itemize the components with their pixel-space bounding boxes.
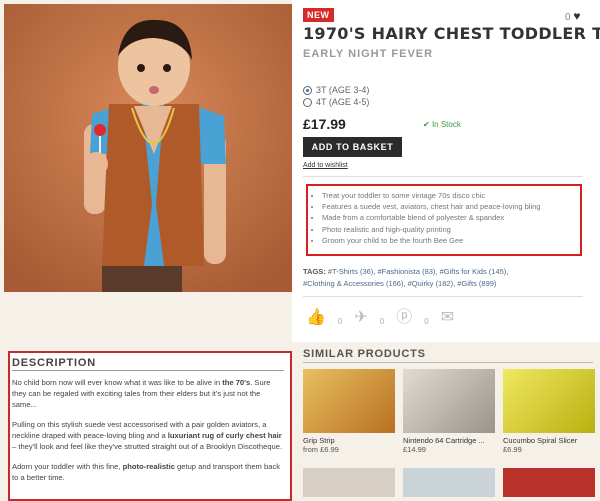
product-thumbnail[interactable] xyxy=(303,468,395,497)
similar-products-heading: SIMILAR PRODUCTS xyxy=(303,348,426,360)
divider xyxy=(12,370,284,371)
text: No child born now will ever know what it… xyxy=(12,378,223,387)
tag-link[interactable]: #Gifts (899) xyxy=(457,279,496,288)
feature-item: Features a suede vest, aviators, chest h… xyxy=(322,201,580,212)
product-thumbnail[interactable] xyxy=(503,468,595,497)
stock-status: ✔ In Stock xyxy=(423,120,461,129)
divider xyxy=(303,296,583,297)
feature-list-box: Treat your toddler to some vintage 70s d… xyxy=(306,184,582,256)
radio-button-selected[interactable] xyxy=(303,85,312,95)
favourite-count: 0 xyxy=(565,12,571,23)
product-thumbnail[interactable] xyxy=(403,369,495,433)
size-label: 4T (AGE 4-5) xyxy=(316,97,370,107)
size-options: 3T (AGE 3-4) 4T (AGE 4-5) xyxy=(303,84,369,108)
description-paragraph: No child born now will ever know what it… xyxy=(12,377,284,410)
similar-product-card[interactable]: Nintendo 64 Cartridge ... £14.99 xyxy=(403,369,495,454)
product-title: 1970'S HAIRY CHEST TODDLER TEE xyxy=(303,24,600,43)
product-subtitle: EARLY NIGHT FEVER xyxy=(303,48,434,60)
divider xyxy=(303,176,583,177)
social-share-bar: 👍 0 ✈ 0 ⓟ 0 ✉ xyxy=(306,310,454,327)
like-count: 0 xyxy=(337,317,343,326)
twitter-icon[interactable]: ✈ xyxy=(354,310,367,326)
product-name[interactable]: Cucumbo Spiral Slicer xyxy=(503,436,595,445)
product-price: £17.99 xyxy=(303,116,346,132)
similar-product-card[interactable]: Cucumbo Spiral Slicer £6.99 xyxy=(503,369,595,454)
product-price: from £6.99 xyxy=(303,445,339,454)
tag-link[interactable]: #Quirky (182) xyxy=(408,279,453,288)
heart-icon[interactable]: ♥ xyxy=(573,9,580,23)
divider xyxy=(303,362,593,363)
tag-list: TAGS: #T-Shirts (36), #Fashionista (83),… xyxy=(303,267,509,288)
size-option-3t[interactable]: 3T (AGE 3-4) xyxy=(303,84,369,96)
product-name[interactable]: Nintendo 64 Cartridge ... xyxy=(403,436,495,445)
description-paragraph: Adorn your toddler with this fine, photo… xyxy=(12,461,284,483)
text: – they'll look and feel like they've str… xyxy=(12,442,283,451)
emphasis: photo-realistic xyxy=(122,462,175,471)
product-price: £6.99 xyxy=(503,445,522,454)
description-heading: DESCRIPTION xyxy=(12,357,96,369)
feature-item: Groom your child to be the fourth Bee Ge… xyxy=(322,235,580,246)
check-icon: ✔ xyxy=(423,120,430,129)
radio-button[interactable] xyxy=(303,97,312,107)
tweet-count: 0 xyxy=(379,317,385,326)
feature-item: Photo realistic and high-quality printin… xyxy=(322,224,580,235)
pin-count: 0 xyxy=(424,317,429,326)
product-name[interactable]: Grip Strip xyxy=(303,436,395,445)
thumbs-up-icon[interactable]: 👍 xyxy=(306,310,326,326)
feature-list: Treat your toddler to some vintage 70s d… xyxy=(308,190,580,246)
add-to-basket-button[interactable]: ADD TO BASKET xyxy=(303,137,402,157)
product-image[interactable] xyxy=(4,4,292,292)
emphasis: the 70's xyxy=(222,378,251,387)
favourite-counter[interactable]: 0 ♥ xyxy=(565,9,580,23)
product-price: £14.99 xyxy=(403,445,426,454)
feature-item: Treat your toddler to some vintage 70s d… xyxy=(322,190,580,201)
text: Adorn your toddler with this fine, xyxy=(12,462,123,471)
email-icon[interactable]: ✉ xyxy=(441,310,454,326)
description-text: No child born now will ever know what it… xyxy=(12,377,284,492)
pinterest-icon[interactable]: ⓟ xyxy=(396,310,412,326)
tag-link[interactable]: #Clothing & Accessories (166) xyxy=(303,279,403,288)
stock-label: In Stock xyxy=(431,120,461,129)
tag-link[interactable]: #T-Shirts (36) xyxy=(328,267,373,276)
size-label: 3T (AGE 3-4) xyxy=(316,85,370,95)
new-badge: NEW xyxy=(303,8,334,22)
product-thumbnail[interactable] xyxy=(303,369,395,433)
size-option-4t[interactable]: 4T (AGE 4-5) xyxy=(303,96,369,108)
product-thumbnail[interactable] xyxy=(403,468,495,497)
similar-product-card[interactable]: Grip Strip from £6.99 xyxy=(303,369,395,454)
feature-item: Made from a comfortable blend of polyest… xyxy=(322,212,580,223)
tag-link[interactable]: #Fashionista (83) xyxy=(377,267,435,276)
emphasis: luxuriant rug of curly chest hair xyxy=(167,431,282,440)
tag-link[interactable]: #Gifts for Kids (145) xyxy=(440,267,507,276)
product-thumbnail[interactable] xyxy=(503,369,595,433)
description-paragraph: Pulling on this stylish suede vest acces… xyxy=(12,419,284,452)
add-to-wishlist-link[interactable]: Add to wishlist xyxy=(303,162,348,169)
tags-label: TAGS: xyxy=(303,267,326,276)
